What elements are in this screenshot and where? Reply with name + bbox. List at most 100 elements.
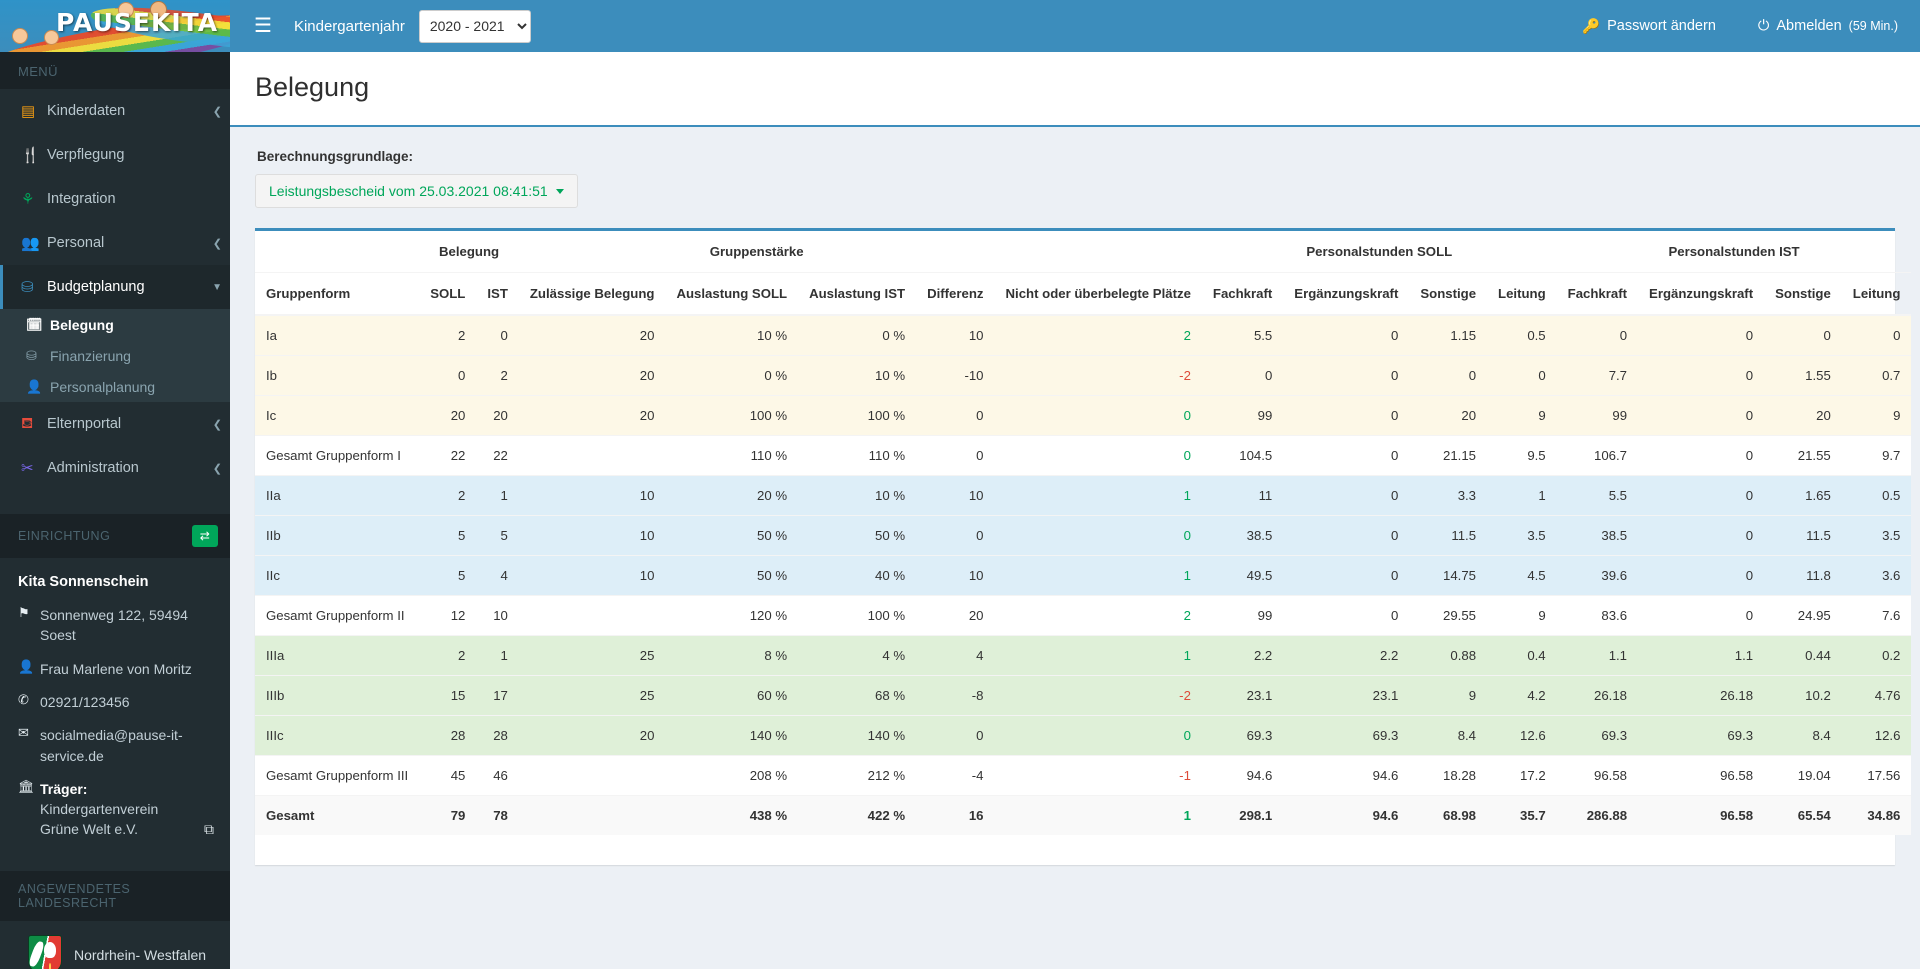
table-cell: 17.2: [1487, 755, 1557, 796]
group-header-empty-1: [255, 231, 420, 273]
sidebar-item-integration[interactable]: ⚘ Integration: [0, 177, 230, 221]
table-cell: 15: [419, 675, 477, 716]
sidebar-item-finanzierung[interactable]: ⛁ Finanzierung: [0, 340, 230, 371]
table-cell: 10: [518, 515, 666, 556]
table-cell: 20: [1764, 395, 1842, 436]
sidebar-item-label: Kinderdaten: [47, 103, 126, 119]
envelope-icon: ✉: [18, 725, 29, 741]
table-row: Gesamt Gruppenform I 22 22 110 % 110 % 0 0 104.…: [255, 435, 1912, 476]
col-soll-fachkraft[interactable]: Fachkraft: [1201, 272, 1284, 316]
table-cell: 25: [518, 635, 666, 676]
table-column-header-row: Gruppenform SOLL IST Zulässige Belegung …: [255, 272, 1912, 316]
table-cell: 0: [916, 715, 995, 756]
table-cell: 50 %: [665, 515, 799, 556]
change-password-button[interactable]: 🔑 Passwort ändern: [1582, 18, 1716, 35]
sidebar-item-personalplanung[interactable]: 👤 Personalplanung: [0, 371, 230, 402]
external-link-icon[interactable]: ⧉: [204, 819, 214, 839]
content-body: Berechnungsgrundlage: Leistungsbescheid …: [230, 127, 1920, 969]
table-cell: 2.2: [1283, 635, 1410, 676]
col-zulaessige-belegung[interactable]: Zulässige Belegung: [518, 272, 666, 316]
cutlery-icon: 🍴: [21, 147, 40, 164]
sidebar-item-verpflegung[interactable]: 🍴 Verpflegung: [0, 133, 230, 177]
row-label: IIa: [255, 475, 420, 516]
traeger-name: Kindergartenverein Grüne Welt e.V.: [40, 801, 159, 838]
table-row: Ib 0 2 20 0 % 10 % -10 -2 0 0 0 0 7.7 0 1.55 0.7: [255, 355, 1912, 396]
col-ist[interactable]: IST: [476, 272, 519, 316]
col-gruppenform[interactable]: Gruppenform: [255, 272, 420, 316]
table-cell: 3.3: [1409, 475, 1488, 516]
table-cell: 46: [476, 755, 519, 796]
kindergartenjahr-select[interactable]: 2020 - 2021: [418, 9, 531, 43]
belegung-panel: Belegung Gruppenstärke Personalstunden S…: [255, 228, 1912, 865]
col-differenz[interactable]: Differenz: [916, 272, 995, 316]
exchange-icon[interactable]: ⇄: [192, 525, 218, 547]
col-auslastung-ist[interactable]: Auslastung IST: [798, 272, 917, 316]
table-cell: 23.1: [1283, 675, 1410, 716]
table-cell: 20: [518, 715, 666, 756]
group-header-personalstunden-ist: Personalstunden IST: [1556, 231, 1912, 273]
row-label: IIc: [255, 555, 420, 596]
table-cell: 0 %: [665, 355, 799, 396]
table-body: Ia 2 0 20 10 % 0 % 10 2 5.5 0 1.15 0.5 0 0 0 0 Ib 0 2 20 0 %…: [255, 314, 1912, 835]
col-soll-ergaenzungskraft[interactable]: Ergänzungskraft: [1283, 272, 1410, 316]
sidebar-item-belegung[interactable]: 🗓 Belegung: [0, 309, 230, 340]
table-cell: 4 %: [798, 635, 917, 676]
table-cell: 94.6: [1283, 755, 1410, 796]
contact-person-row: 👤 Frau Marlene von Moritz: [18, 659, 214, 679]
table-cell: 29.55: [1409, 595, 1488, 636]
id-card-icon: ▤: [21, 103, 36, 120]
table-cell: 24.95: [1764, 595, 1842, 636]
col-ist-fachkraft[interactable]: Fachkraft: [1556, 272, 1639, 316]
table-cell: 50 %: [798, 515, 917, 556]
col-ist-leitung[interactable]: Leitung: [1841, 272, 1912, 316]
col-nicht-oder-ueberbelegte-plaetze[interactable]: Nicht oder überbelegte Plätze: [994, 272, 1202, 316]
table-cell: 20: [916, 595, 995, 636]
col-soll[interactable]: SOLL: [419, 272, 477, 316]
phone-icon: ✆: [18, 691, 29, 707]
contact-person-text: Frau Marlene von Moritz: [40, 660, 192, 677]
belegung-table: Belegung Gruppenstärke Personalstunden S…: [255, 231, 1912, 835]
row-label: Ic: [255, 395, 420, 436]
table-cell: 9: [1487, 595, 1557, 636]
email-row[interactable]: ✉ socialmedia@pause-it-service.de: [18, 725, 214, 766]
table-cell: 83.6: [1556, 595, 1639, 636]
table-cell: 10.2: [1764, 675, 1842, 716]
app-logo-banner[interactable]: PAUSEKITA: [0, 0, 230, 52]
table-cell: 14.75: [1409, 555, 1488, 596]
sidebar-item-elternportal[interactable]: ⛾ Elternportal ❮: [0, 402, 230, 446]
app-logo-text: PAUSEKITA: [56, 8, 219, 37]
col-ist-sonstige[interactable]: Sonstige: [1764, 272, 1842, 316]
col-soll-leitung[interactable]: Leitung: [1487, 272, 1557, 316]
table-cell: 20: [518, 314, 666, 356]
sidebar-item-administration[interactable]: ✂ Administration ❮: [0, 446, 230, 490]
table-cell: 20: [518, 355, 666, 396]
table-cell: 4.5: [1487, 555, 1557, 596]
table-row: IIc 5 4 10 50 % 40 % 10 1 49.5 0 14.75 4.5 39.6 0 11.8…: [255, 555, 1912, 596]
table-cell: 0: [916, 395, 995, 436]
col-soll-sonstige[interactable]: Sonstige: [1409, 272, 1488, 316]
col-ist-ergaenzungskraft[interactable]: Ergänzungskraft: [1638, 272, 1765, 316]
row-label: IIIa: [255, 635, 420, 676]
table-cell: 12.6: [1841, 715, 1912, 756]
table-cell: 10: [916, 314, 995, 356]
table-cell: 0: [1201, 355, 1284, 396]
table-cell: 120 %: [665, 595, 799, 636]
sidebar-item-personal[interactable]: 👥 Personal ❮: [0, 221, 230, 265]
sidebar-item-kinderdaten[interactable]: ▤ Kinderdaten ❮: [0, 89, 230, 133]
table-cell: 140 %: [665, 715, 799, 756]
table-cell: 100 %: [798, 395, 917, 436]
email-text[interactable]: socialmedia@pause-it-service.de: [40, 725, 214, 766]
hamburger-icon[interactable]: ☰: [244, 12, 282, 40]
row-label: Gesamt Gruppenform I: [255, 435, 420, 476]
table-cell: 1: [476, 635, 519, 676]
nrw-coat-of-arms-icon: [28, 934, 62, 969]
berechnungsgrundlage-dropdown[interactable]: Leistungsbescheid vom 25.03.2021 08:41:5…: [255, 174, 578, 208]
table-cell: 0: [1283, 314, 1410, 356]
col-auslastung-soll[interactable]: Auslastung SOLL: [665, 272, 799, 316]
table-row: IIIb 15 17 25 60 % 68 % -8 -2 23.1 23.1 9 4.2 26.18 2…: [255, 675, 1912, 716]
table-cell: 40 %: [798, 555, 917, 596]
table-cell: 5: [419, 555, 477, 596]
logout-button[interactable]: ⏻ Abmelden (59 Min.): [1758, 18, 1898, 34]
sidebar-item-budgetplanung[interactable]: ⛁ Budgetplanung ▼ 🗓 Belegung ⛁ Finanzier…: [0, 265, 230, 402]
table-cell: 23.1: [1201, 675, 1284, 716]
